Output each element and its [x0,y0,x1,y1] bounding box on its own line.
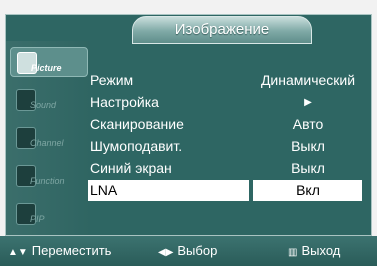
sidebar-item-label: Function [30,176,65,186]
sidebar-item-label: Sound [30,100,57,110]
footer-select-label: Выбор [177,243,218,258]
menu-item-settings[interactable]: Настройка ▶ [88,92,362,113]
menu-item-label: Синий экран [90,160,172,176]
menu-item-label: Настройка [90,94,159,110]
sidebar-item-label: Channel [30,138,64,148]
footer-exit-label: Выход [301,243,341,258]
sidebar: Picture Sound Channel Function PIP [6,41,90,235]
menu-item-label: Сканирование [90,116,184,132]
menu-item-blue-screen[interactable]: Синий экран Выкл [88,158,362,179]
menu-item-value: Вкл [296,182,320,198]
sidebar-item-picture[interactable]: Picture [10,47,88,77]
footer-move-label: Переместить [31,243,112,258]
menu-item-scan[interactable]: Сканирование Авто [88,114,362,135]
menu-item-label: Режим [90,72,134,88]
menu-title: Изображение [132,16,312,44]
sidebar-item-function[interactable]: Function [10,161,88,191]
menu-item-value: Выкл [291,160,325,176]
menu-item-value: Авто [292,116,324,132]
menu-item-noise-reduction[interactable]: Шумоподавит. Выкл [88,136,362,157]
menu-item-value: Динамический [260,72,356,88]
menu-button-icon: ▥ [288,247,298,258]
menu-item-value: Выкл [291,138,325,154]
arrow-right-icon: ▶ [304,97,312,108]
menu-item-label: LNA [90,182,118,198]
footer-exit: ▥ Выход [288,236,340,268]
sidebar-item-label: PIP [30,214,45,224]
left-right-arrow-icon: ◀▶ [158,247,174,258]
menu-item-label: Шумоподавит. [90,138,183,154]
footer-select: ◀▶ Выбор [158,236,217,268]
sidebar-item-label: Picture [31,63,62,73]
up-down-arrow-icon: ▲▼ [8,247,28,258]
footer-move: ▲▼ Переместить [8,236,111,268]
sidebar-item-sound[interactable]: Sound [10,85,88,115]
tv-screen: Изображение Picture Sound Channel Functi… [0,0,377,266]
footer-bar: ▲▼ Переместить ◀▶ Выбор ▥ Выход [0,236,377,266]
sidebar-item-channel[interactable]: Channel [10,123,88,153]
sidebar-item-pip[interactable]: PIP [10,199,88,229]
menu-item-mode[interactable]: Режим Динамический [88,70,362,91]
menu-item-lna[interactable]: LNA Вкл [88,180,362,201]
